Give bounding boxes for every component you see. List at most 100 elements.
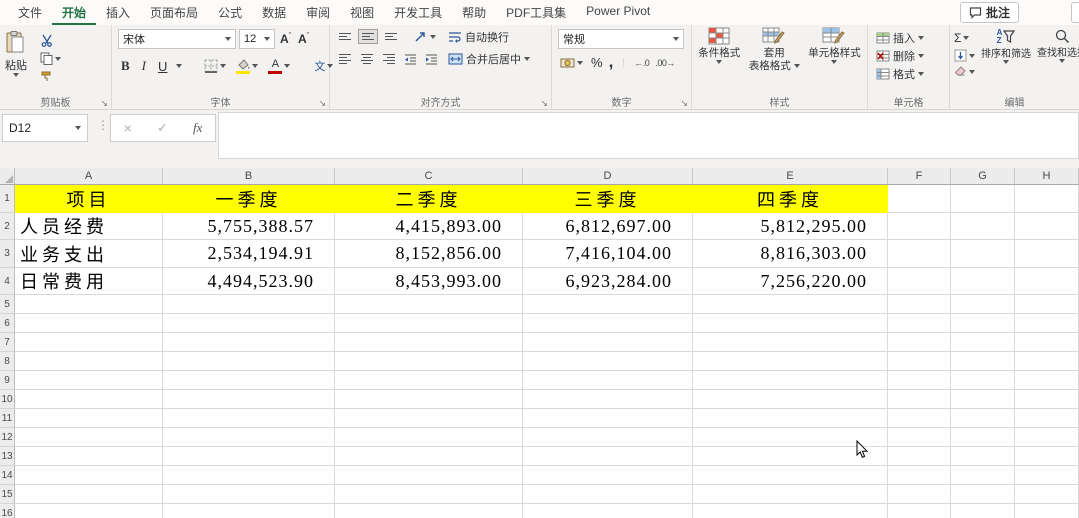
cell-H15[interactable] xyxy=(1015,485,1079,504)
menu-tab-审阅[interactable]: 审阅 xyxy=(296,0,340,26)
cell-G13[interactable] xyxy=(951,447,1015,466)
row-header-3[interactable]: 3 xyxy=(0,240,15,268)
cell-A7[interactable] xyxy=(15,333,163,352)
row-header-8[interactable]: 8 xyxy=(0,352,15,371)
row-header-15[interactable]: 15 xyxy=(0,485,15,504)
increase-indent-button[interactable] xyxy=(423,53,440,66)
cell-H4[interactable] xyxy=(1015,268,1079,295)
column-header-E[interactable]: E xyxy=(693,168,888,185)
row-header-5[interactable]: 5 xyxy=(0,295,15,314)
bold-button[interactable]: B xyxy=(118,58,133,74)
cell-C1[interactable]: 二季度 xyxy=(335,185,523,213)
alignment-dialog-launcher[interactable]: ↘ xyxy=(540,99,548,108)
cell-F15[interactable] xyxy=(888,485,951,504)
comma-style-button[interactable]: , xyxy=(609,54,614,70)
accounting-format-button[interactable] xyxy=(558,56,585,70)
column-header-F[interactable]: F xyxy=(888,168,951,185)
cell-H16[interactable] xyxy=(1015,504,1079,518)
cell-H11[interactable] xyxy=(1015,409,1079,428)
cell-A13[interactable] xyxy=(15,447,163,466)
cell-B2[interactable]: 5,755,388.57 xyxy=(163,213,335,240)
share-button-partial[interactable] xyxy=(1071,2,1079,23)
decrease-indent-button[interactable] xyxy=(402,53,419,66)
number-format-combo[interactable]: 常规 xyxy=(558,29,684,49)
menu-tab-开始[interactable]: 开始 xyxy=(52,0,97,26)
cell-D15[interactable] xyxy=(523,485,693,504)
cell-G1[interactable] xyxy=(951,185,1015,213)
cell-D11[interactable] xyxy=(523,409,693,428)
cell-F6[interactable] xyxy=(888,314,951,333)
cell-E7[interactable] xyxy=(693,333,888,352)
format-painter-button[interactable] xyxy=(38,69,63,84)
cell-E16[interactable] xyxy=(693,504,888,518)
cell-A2[interactable]: 人员经费 xyxy=(15,213,163,240)
cell-G11[interactable] xyxy=(951,409,1015,428)
cell-A1[interactable]: 项目 xyxy=(15,185,163,213)
menu-tab-文件[interactable]: 文件 xyxy=(8,0,52,26)
cell-A11[interactable] xyxy=(15,409,163,428)
cell-B5[interactable] xyxy=(163,295,335,314)
cell-H12[interactable] xyxy=(1015,428,1079,447)
cell-G4[interactable] xyxy=(951,268,1015,295)
cell-G5[interactable] xyxy=(951,295,1015,314)
cell-H7[interactable] xyxy=(1015,333,1079,352)
cell-D4[interactable]: 6,923,284.00 xyxy=(523,268,693,295)
cell-F5[interactable] xyxy=(888,295,951,314)
font-name-combo[interactable]: 宋体 xyxy=(118,29,236,49)
cell-C2[interactable]: 4,415,893.00 xyxy=(335,213,523,240)
cell-A8[interactable] xyxy=(15,352,163,371)
cell-C15[interactable] xyxy=(335,485,523,504)
cell-F16[interactable] xyxy=(888,504,951,518)
row-header-7[interactable]: 7 xyxy=(0,333,15,352)
cell-A15[interactable] xyxy=(15,485,163,504)
cell-G10[interactable] xyxy=(951,390,1015,409)
cell-C11[interactable] xyxy=(335,409,523,428)
row-header-16[interactable]: 16 xyxy=(0,504,15,518)
row-header-4[interactable]: 4 xyxy=(0,268,15,295)
column-header-D[interactable]: D xyxy=(523,168,693,185)
cell-B11[interactable] xyxy=(163,409,335,428)
cell-H2[interactable] xyxy=(1015,213,1079,240)
row-header-13[interactable]: 13 xyxy=(0,447,15,466)
cell-F14[interactable] xyxy=(888,466,951,485)
column-header-C[interactable]: C xyxy=(335,168,523,185)
cell-C8[interactable] xyxy=(335,352,523,371)
cell-G16[interactable] xyxy=(951,504,1015,518)
row-header-2[interactable]: 2 xyxy=(0,213,15,240)
cell-G8[interactable] xyxy=(951,352,1015,371)
cell-C6[interactable] xyxy=(335,314,523,333)
cell-C7[interactable] xyxy=(335,333,523,352)
cell-D7[interactable] xyxy=(523,333,693,352)
align-left-button[interactable] xyxy=(336,51,354,67)
cell-F8[interactable] xyxy=(888,352,951,371)
cell-B6[interactable] xyxy=(163,314,335,333)
font-color-button[interactable]: A xyxy=(266,58,292,75)
column-header-G[interactable]: G xyxy=(951,168,1015,185)
cell-E8[interactable] xyxy=(693,352,888,371)
menu-tab-公式[interactable]: 公式 xyxy=(208,0,252,26)
cell-E3[interactable]: 8,816,303.00 xyxy=(693,240,888,268)
number-dialog-launcher[interactable]: ↘ xyxy=(680,99,688,108)
row-header-12[interactable]: 12 xyxy=(0,428,15,447)
cell-A4[interactable]: 日常费用 xyxy=(15,268,163,295)
fill-color-button[interactable] xyxy=(234,58,260,75)
menu-tab-视图[interactable]: 视图 xyxy=(340,0,384,26)
menu-tab-页面布局[interactable]: 页面布局 xyxy=(140,0,208,26)
row-header-1[interactable]: 1 xyxy=(0,185,15,213)
column-header-B[interactable]: B xyxy=(163,168,335,185)
cell-C10[interactable] xyxy=(335,390,523,409)
cell-G7[interactable] xyxy=(951,333,1015,352)
clipboard-dialog-launcher[interactable]: ↘ xyxy=(100,99,108,108)
column-header-A[interactable]: A xyxy=(15,168,163,185)
cell-D8[interactable] xyxy=(523,352,693,371)
delete-cells-button[interactable]: 删除 xyxy=(876,48,945,64)
cell-A16[interactable] xyxy=(15,504,163,518)
cell-B16[interactable] xyxy=(163,504,335,518)
enter-button[interactable]: ✓ xyxy=(157,120,168,136)
font-size-combo[interactable]: 12 xyxy=(239,29,275,49)
cell-F9[interactable] xyxy=(888,371,951,390)
bottom-align-button[interactable] xyxy=(382,30,400,43)
align-center-button[interactable] xyxy=(358,51,376,67)
percent-style-button[interactable]: % xyxy=(591,55,603,70)
increase-font-button[interactable]: Aˆ xyxy=(278,32,293,46)
